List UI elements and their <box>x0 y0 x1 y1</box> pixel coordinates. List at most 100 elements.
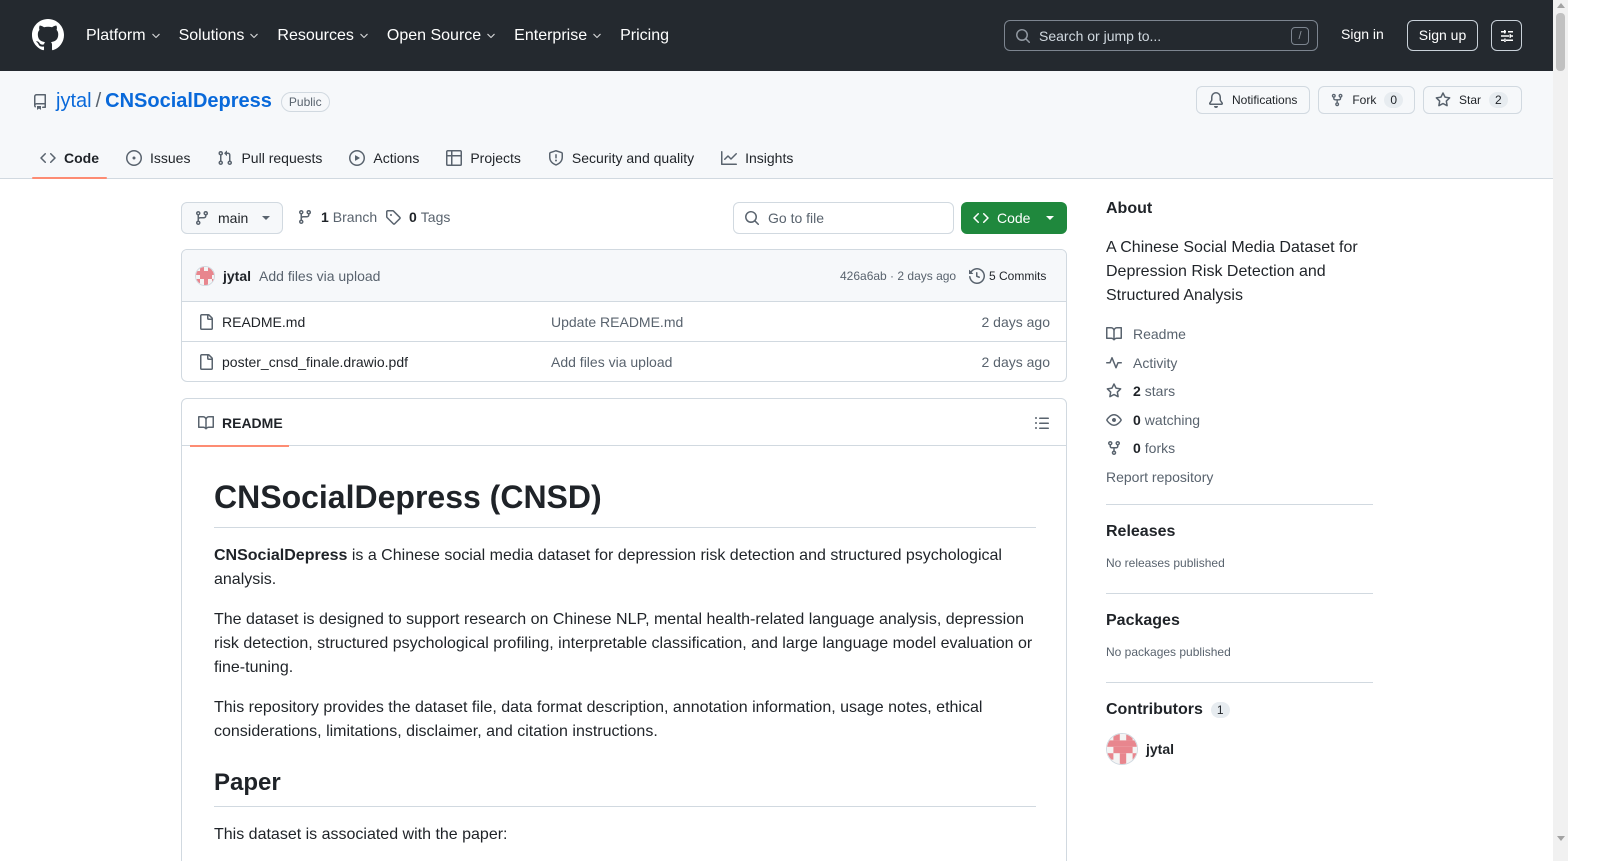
forks-link[interactable]: 0 forks <box>1106 434 1373 463</box>
scroll-up-arrow[interactable] <box>1557 3 1565 8</box>
caret-down-icon <box>262 216 271 220</box>
search-icon <box>745 211 760 226</box>
search-input[interactable]: Search or jump to... / <box>1004 20 1318 51</box>
tab-security[interactable]: Security and quality <box>540 137 702 179</box>
file-icon <box>200 313 213 330</box>
branch-count: 1 <box>321 209 329 225</box>
shield-icon <box>548 150 563 166</box>
star-label: Star <box>1459 93 1482 107</box>
releases-section: Releases No releases published <box>1106 504 1373 593</box>
issue-opened-icon <box>126 150 142 166</box>
repo-path-separator: / <box>95 90 102 112</box>
tab-issues[interactable]: Issues <box>118 137 198 179</box>
watching-link[interactable]: 0 watching <box>1106 406 1373 435</box>
fork-count: 0 <box>1384 92 1403 108</box>
file-date: 2 days ago <box>981 313 1051 330</box>
file-name-link[interactable]: README.md <box>222 314 305 330</box>
file-name-link[interactable]: poster_cnsd_finale.drawio.pdf <box>222 354 408 370</box>
table-row: poster_cnsd_finale.drawio.pdf Add files … <box>182 342 1066 381</box>
readme-link[interactable]: Readme <box>1106 320 1373 349</box>
nav-enterprise[interactable]: Enterprise <box>514 27 603 45</box>
go-to-file-input[interactable]: Go to file <box>733 202 954 234</box>
contributor-item[interactable]: jytal <box>1106 733 1373 765</box>
chevron-down-icon <box>250 33 259 38</box>
contributors-title[interactable]: Contributors 1 <box>1106 701 1373 719</box>
code-dropdown-button[interactable]: Code <box>961 202 1067 234</box>
star-button[interactable]: Star 2 <box>1423 86 1522 114</box>
stars-link[interactable]: 2 stars <box>1106 377 1373 406</box>
notifications-button[interactable]: Notifications <box>1196 86 1310 114</box>
chevron-down-icon <box>360 33 368 38</box>
repo-header: jytal / CNSocialDepress Public Notificat… <box>0 71 1553 179</box>
code-icon <box>40 152 56 164</box>
table-icon <box>446 150 463 166</box>
nav-solutions[interactable]: Solutions <box>179 27 261 45</box>
branches-link[interactable]: 1 Branch <box>297 209 377 225</box>
chevron-down-icon <box>487 33 495 38</box>
fork-button[interactable]: Fork 0 <box>1318 86 1415 114</box>
commit-message[interactable]: Add files via upload <box>259 268 380 284</box>
commits-link[interactable]: 5 Commits <box>969 267 1046 284</box>
fork-label: Fork <box>1352 93 1377 107</box>
list-unordered-icon[interactable] <box>1034 415 1050 431</box>
avatar[interactable] <box>195 265 215 286</box>
nav-platform[interactable]: Platform <box>86 27 162 45</box>
tab-code[interactable]: Code <box>32 137 107 179</box>
tab-insights[interactable]: Insights <box>713 137 801 179</box>
notifications-label: Notifications <box>1232 93 1298 107</box>
caret-down-icon <box>1046 216 1055 220</box>
packages-title[interactable]: Packages <box>1106 612 1373 630</box>
readme-header: README <box>182 399 1066 447</box>
repo-name-link[interactable]: CNSocialDepress <box>105 90 272 113</box>
file-commit-message[interactable]: Update README.md <box>551 314 683 330</box>
nav-open-source[interactable]: Open Source <box>387 27 497 45</box>
scrollbar-thumb[interactable] <box>1556 13 1565 71</box>
repo-title: jytal / CNSocialDepress Public <box>32 90 330 113</box>
star-icon <box>1435 92 1451 107</box>
commit-author[interactable]: jytal <box>223 268 251 284</box>
graph-icon <box>721 151 738 165</box>
page-scrollbar[interactable] <box>1553 0 1568 861</box>
releases-title[interactable]: Releases <box>1106 523 1373 541</box>
tab-actions[interactable]: Actions <box>341 137 427 179</box>
git-branch-icon <box>195 211 208 226</box>
readme-tab[interactable]: README <box>190 399 289 447</box>
star-count: 2 <box>1489 92 1508 108</box>
contributor-name: jytal <box>1146 741 1175 757</box>
commit-hash-time[interactable]: 426a6ab · 2 days ago <box>840 269 956 283</box>
branch-name: main <box>218 210 249 226</box>
branch-selector[interactable]: main <box>181 202 283 234</box>
code-icon <box>973 212 989 224</box>
book-icon <box>1106 327 1122 341</box>
nav-pricing[interactable]: Pricing <box>620 27 669 45</box>
global-header: Platform Solutions Resources Open Source… <box>0 0 1553 71</box>
github-logo-icon[interactable] <box>32 19 64 51</box>
packages-text: No packages published <box>1106 645 1231 659</box>
report-repository-link[interactable]: Report repository <box>1106 463 1373 492</box>
visibility-badge: Public <box>280 91 330 112</box>
repo-sidebar: About A Chinese Social Media Dataset for… <box>1106 200 1373 765</box>
chevron-down-icon <box>151 33 160 38</box>
readme-paragraph: The dataset is designed to support resea… <box>214 611 1033 676</box>
tags-link[interactable]: 0 Tags <box>385 209 450 225</box>
readme-heading-paper: Paper <box>214 768 1036 807</box>
eye-icon <box>1106 413 1122 426</box>
activity-link[interactable]: Activity <box>1106 349 1373 378</box>
file-commit-message[interactable]: Add files via upload <box>551 354 672 370</box>
tab-projects[interactable]: Projects <box>438 137 529 179</box>
menu-button[interactable] <box>1491 20 1522 51</box>
tab-pull-requests[interactable]: Pull requests <box>209 137 330 179</box>
scroll-down-arrow[interactable] <box>1557 836 1565 841</box>
sign-up-button[interactable]: Sign up <box>1407 20 1478 51</box>
search-shortcut-key: / <box>1291 27 1309 45</box>
bell-icon <box>1208 92 1223 108</box>
readme-title: CNSocialDepress (CNSD) <box>214 477 1036 528</box>
table-row: README.md Update README.md 2 days ago <box>182 302 1066 342</box>
search-placeholder: Search or jump to... <box>1039 27 1162 44</box>
avatar[interactable] <box>1106 733 1138 765</box>
sign-in-link[interactable]: Sign in <box>1341 26 1384 42</box>
repo-owner-link[interactable]: jytal <box>56 90 92 113</box>
branch-label: Branch <box>332 209 378 225</box>
search-icon <box>1016 28 1031 43</box>
nav-resources[interactable]: Resources <box>277 27 369 45</box>
